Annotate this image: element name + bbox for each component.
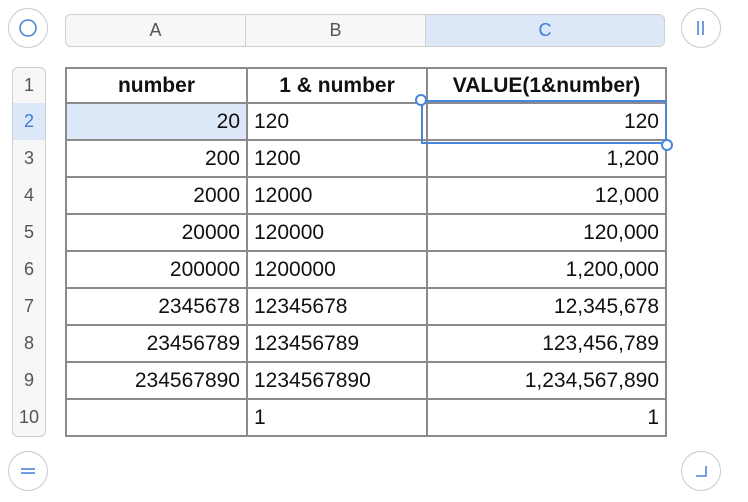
table-cell[interactable]: 23456789 — [65, 324, 248, 363]
selection-handle-top-left[interactable] — [415, 94, 427, 106]
row-header-9[interactable]: 9 — [13, 362, 45, 399]
table-cell[interactable]: 123,456,789 — [426, 324, 667, 363]
table-cell[interactable]: 1 — [426, 398, 667, 437]
row-header-bar: 1 2 3 4 5 6 7 8 9 10 — [12, 67, 46, 437]
resize-table-button[interactable] — [681, 451, 721, 491]
header-cell[interactable]: VALUE(1&number) — [426, 67, 667, 104]
spreadsheet-table: number 1 & number VALUE(1&number) 20 120… — [65, 67, 667, 437]
table-row: 20 120 120 — [65, 102, 667, 141]
table-cell[interactable]: 120 — [426, 102, 667, 141]
row-freeze-icon — [21, 468, 35, 474]
selection-handle-bottom-right[interactable] — [661, 139, 673, 151]
table-cell[interactable]: 120 — [246, 102, 428, 141]
table-cell[interactable]: 120000 — [246, 213, 428, 252]
table-row: 1 1 — [65, 398, 667, 437]
row-header-1[interactable]: 1 — [13, 68, 45, 103]
row-header-6[interactable]: 6 — [13, 251, 45, 288]
table-cell[interactable] — [65, 398, 248, 437]
table-cell[interactable]: 20 — [65, 102, 248, 141]
header-cell[interactable]: number — [65, 67, 248, 104]
column-header-a[interactable]: A — [66, 15, 246, 46]
table-cell[interactable]: 1,200 — [426, 139, 667, 178]
column-freeze-icon — [697, 21, 704, 35]
header-cell[interactable]: 1 & number — [246, 67, 428, 104]
table-cell[interactable]: 12,345,678 — [426, 287, 667, 326]
circle-icon — [19, 19, 37, 37]
table-cell[interactable]: 20000 — [65, 213, 248, 252]
row-header-8[interactable]: 8 — [13, 325, 45, 362]
row-header-4[interactable]: 4 — [13, 177, 45, 214]
table-cell[interactable]: 120,000 — [426, 213, 667, 252]
table-cell[interactable]: 1234567890 — [246, 361, 428, 400]
table-cell[interactable]: 12000 — [246, 176, 428, 215]
table-row: 200 1200 1,200 — [65, 139, 667, 178]
table-cell[interactable]: 1,200,000 — [426, 250, 667, 289]
row-header-10[interactable]: 10 — [13, 399, 45, 436]
table-cell[interactable]: 1200 — [246, 139, 428, 178]
table-row: 2345678 12345678 12,345,678 — [65, 287, 667, 326]
table-cell[interactable]: 12345678 — [246, 287, 428, 326]
table-row: 23456789 123456789 123,456,789 — [65, 324, 667, 363]
row-handle-button[interactable] — [8, 451, 48, 491]
corner-resize-icon — [696, 466, 707, 477]
table-row: 234567890 1234567890 1,234,567,890 — [65, 361, 667, 400]
table-cell[interactable]: 2000 — [65, 176, 248, 215]
column-header-b[interactable]: B — [246, 15, 426, 46]
table-row: 200000 1200000 1,200,000 — [65, 250, 667, 289]
table-header-row: number 1 & number VALUE(1&number) — [65, 67, 667, 104]
table-cell[interactable]: 123456789 — [246, 324, 428, 363]
table-cell[interactable]: 1,234,567,890 — [426, 361, 667, 400]
table-cell[interactable]: 1200000 — [246, 250, 428, 289]
table-cell[interactable]: 234567890 — [65, 361, 248, 400]
row-header-2[interactable]: 2 — [13, 103, 45, 140]
table-row: 20000 120000 120,000 — [65, 213, 667, 252]
table-cell[interactable]: 1 — [246, 398, 428, 437]
table-cell[interactable]: 2345678 — [65, 287, 248, 326]
row-header-3[interactable]: 3 — [13, 140, 45, 177]
row-header-5[interactable]: 5 — [13, 214, 45, 251]
column-header-bar: A B C — [65, 14, 665, 47]
column-handle-button[interactable] — [681, 8, 721, 48]
table-cell[interactable]: 200 — [65, 139, 248, 178]
select-table-button[interactable] — [8, 8, 48, 48]
table-cell[interactable]: 200000 — [65, 250, 248, 289]
table-cell[interactable]: 12,000 — [426, 176, 667, 215]
column-header-c[interactable]: C — [426, 15, 664, 46]
row-header-7[interactable]: 7 — [13, 288, 45, 325]
table-row: 2000 12000 12,000 — [65, 176, 667, 215]
